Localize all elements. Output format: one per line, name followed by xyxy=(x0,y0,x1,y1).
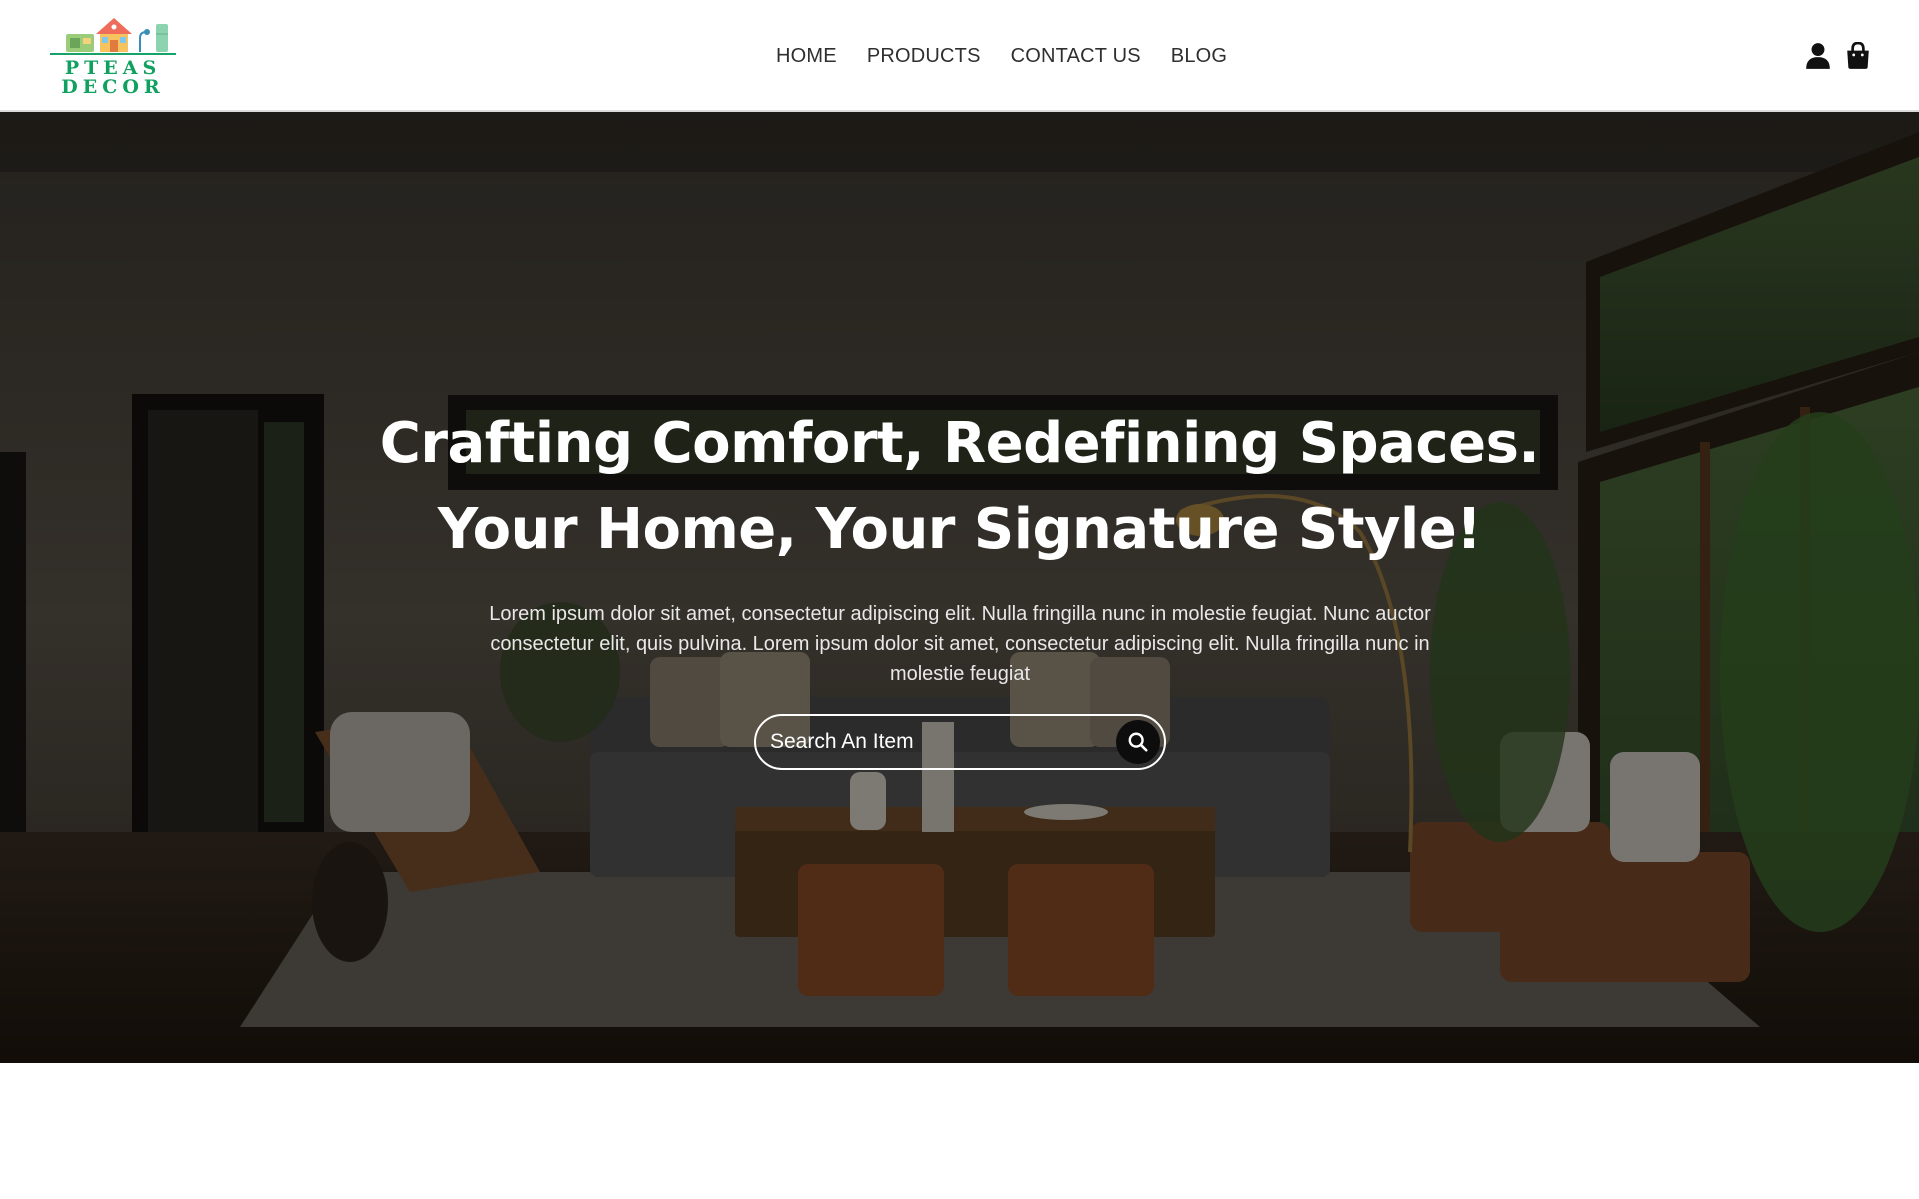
user-icon[interactable] xyxy=(1805,42,1831,70)
nav-blog[interactable]: BLOG xyxy=(1171,44,1227,68)
nav-home[interactable]: HOME xyxy=(776,44,837,68)
hero-section: Crafting Comfort, Redefining Spaces. You… xyxy=(0,112,1919,1063)
search-bar xyxy=(754,714,1166,770)
brand-name-line2: DECOR xyxy=(61,76,165,98)
house-illustration-icon xyxy=(50,18,176,55)
nav-contact-us[interactable]: CONTACT US xyxy=(1011,44,1141,68)
brand-logo[interactable]: PTEAS DECOR xyxy=(48,12,178,102)
site-header: PTEAS DECOR HOME PRODUCTS CONTACT US BLO… xyxy=(0,0,1919,112)
hero-title-line2: Your Home, Your Signature Style! xyxy=(437,497,1482,562)
nav-products[interactable]: PRODUCTS xyxy=(867,44,981,68)
hero-description: Lorem ipsum dolor sit amet, consectetur … xyxy=(489,603,1431,685)
search-button[interactable] xyxy=(1116,720,1160,764)
main-nav: HOME PRODUCTS CONTACT US BLOG xyxy=(0,0,1919,112)
hero-overlay xyxy=(0,112,1919,1063)
header-actions xyxy=(1805,42,1871,70)
search-input[interactable] xyxy=(770,716,1110,768)
search-icon xyxy=(1128,732,1148,752)
shopping-bag-icon[interactable] xyxy=(1845,42,1871,70)
hero-title-line1: Crafting Comfort, Redefining Spaces. xyxy=(379,411,1540,476)
